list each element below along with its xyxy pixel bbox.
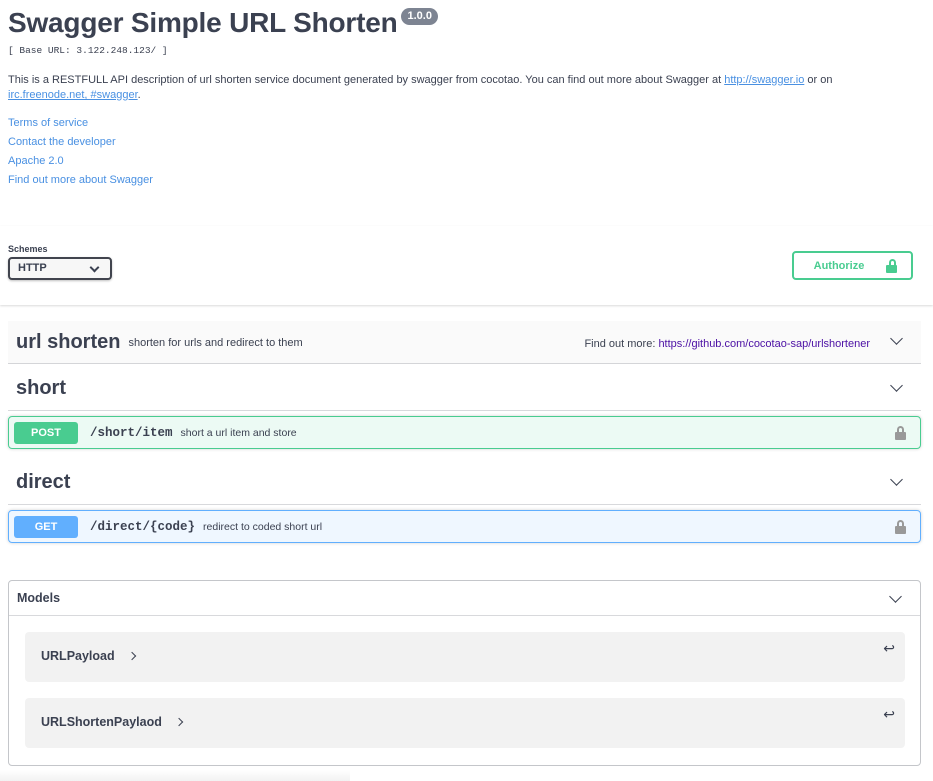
- api-description: This is a RESTFULL API description of ur…: [8, 73, 888, 103]
- method-badge: GET: [14, 515, 78, 538]
- base-url: [ Base URL: 3.122.248.123/ ]: [8, 45, 168, 56]
- lock-icon[interactable]: [895, 426, 906, 440]
- external-docs-link[interactable]: Find out more about Swagger: [8, 171, 923, 190]
- irc-link[interactable]: irc.freenode.net, #swagger: [8, 89, 138, 101]
- unlocked-icon: [886, 258, 898, 273]
- description-mid: or on: [804, 74, 833, 86]
- tag-name: direct: [16, 470, 71, 493]
- chevron-down-icon[interactable]: [890, 379, 903, 392]
- authorize-button[interactable]: Authorize: [792, 251, 913, 280]
- version-badge: 1.0.0: [401, 8, 438, 25]
- chevron-right-icon: [174, 717, 184, 727]
- operation-get-direct-code[interactable]: GET /direct/{code} redirect to coded sho…: [8, 510, 921, 543]
- terms-of-service-link[interactable]: Terms of service: [8, 114, 923, 133]
- model-name-text: URLShortenPaylaod: [41, 715, 162, 729]
- models-section: Models URLPayload ↩ URLShortenPaylaod ↩: [8, 580, 921, 766]
- method-badge: POST: [14, 421, 78, 444]
- schemes-selected-value: HTTP: [18, 262, 47, 274]
- description-end: .: [137, 89, 141, 101]
- tag-external-docs: Find out more: https://github.com/cocota…: [584, 338, 870, 350]
- chevron-down-icon[interactable]: [890, 332, 903, 345]
- model-urlshortenpaylaod[interactable]: URLShortenPaylaod ↩: [25, 698, 905, 748]
- authorize-label: Authorize: [813, 259, 865, 272]
- scheme-container: Schemes HTTP Authorize: [0, 226, 933, 305]
- chevron-down-icon: [89, 262, 100, 273]
- operation-path: /short/item: [90, 425, 173, 440]
- tag-name: url shorten: [16, 330, 121, 353]
- operation-summary: short a url item and store: [180, 426, 297, 439]
- contact-developer-link[interactable]: Contact the developer: [8, 133, 923, 152]
- schemes-label: Schemes: [8, 244, 48, 254]
- api-title: Swagger Simple URL Shorten: [8, 7, 398, 38]
- swagger-io-link[interactable]: http://swagger.io: [724, 74, 804, 86]
- operation-summary: redirect to coded short url: [203, 520, 323, 533]
- tag-name: short: [16, 376, 66, 399]
- models-title: Models: [17, 591, 61, 605]
- model-name-text: URLPayload: [41, 649, 115, 663]
- info-links: Terms of service Contact the developer A…: [8, 114, 923, 190]
- api-info: Swagger Simple URL Shorten 1.0.0 [ Base …: [8, 6, 923, 190]
- operation-post-short-item[interactable]: POST /short/item short a url item and st…: [8, 416, 921, 449]
- find-out-more-label: Find out more:: [584, 338, 656, 350]
- lock-icon[interactable]: [895, 520, 906, 534]
- bottom-shadow: [0, 770, 350, 781]
- github-link[interactable]: https://github.com/cocotao-sap/urlshorte…: [658, 338, 870, 350]
- schemes-select[interactable]: HTTP: [8, 257, 112, 280]
- model-name: URLPayload: [41, 649, 136, 663]
- return-icon[interactable]: ↩: [883, 640, 895, 657]
- tag-url-shorten[interactable]: url shorten shorten for urls and redirec…: [8, 321, 921, 364]
- chevron-down-icon[interactable]: [889, 590, 902, 603]
- description-text: This is a RESTFULL API description of ur…: [8, 74, 725, 86]
- license-link[interactable]: Apache 2.0: [8, 152, 923, 171]
- model-urlpayload[interactable]: URLPayload ↩: [25, 632, 905, 682]
- models-header[interactable]: Models: [9, 581, 920, 616]
- chevron-right-icon: [127, 651, 136, 661]
- model-name: URLShortenPaylaod: [41, 715, 184, 729]
- operation-path: /direct/{code}: [90, 519, 196, 534]
- return-icon[interactable]: ↩: [883, 706, 895, 723]
- tag-direct[interactable]: direct: [8, 460, 921, 505]
- chevron-down-icon[interactable]: [890, 473, 903, 486]
- tag-short[interactable]: short: [8, 366, 921, 411]
- title-row: Swagger Simple URL Shorten 1.0.0: [8, 6, 923, 40]
- tag-description: shorten for urls and redirect to them: [128, 337, 303, 349]
